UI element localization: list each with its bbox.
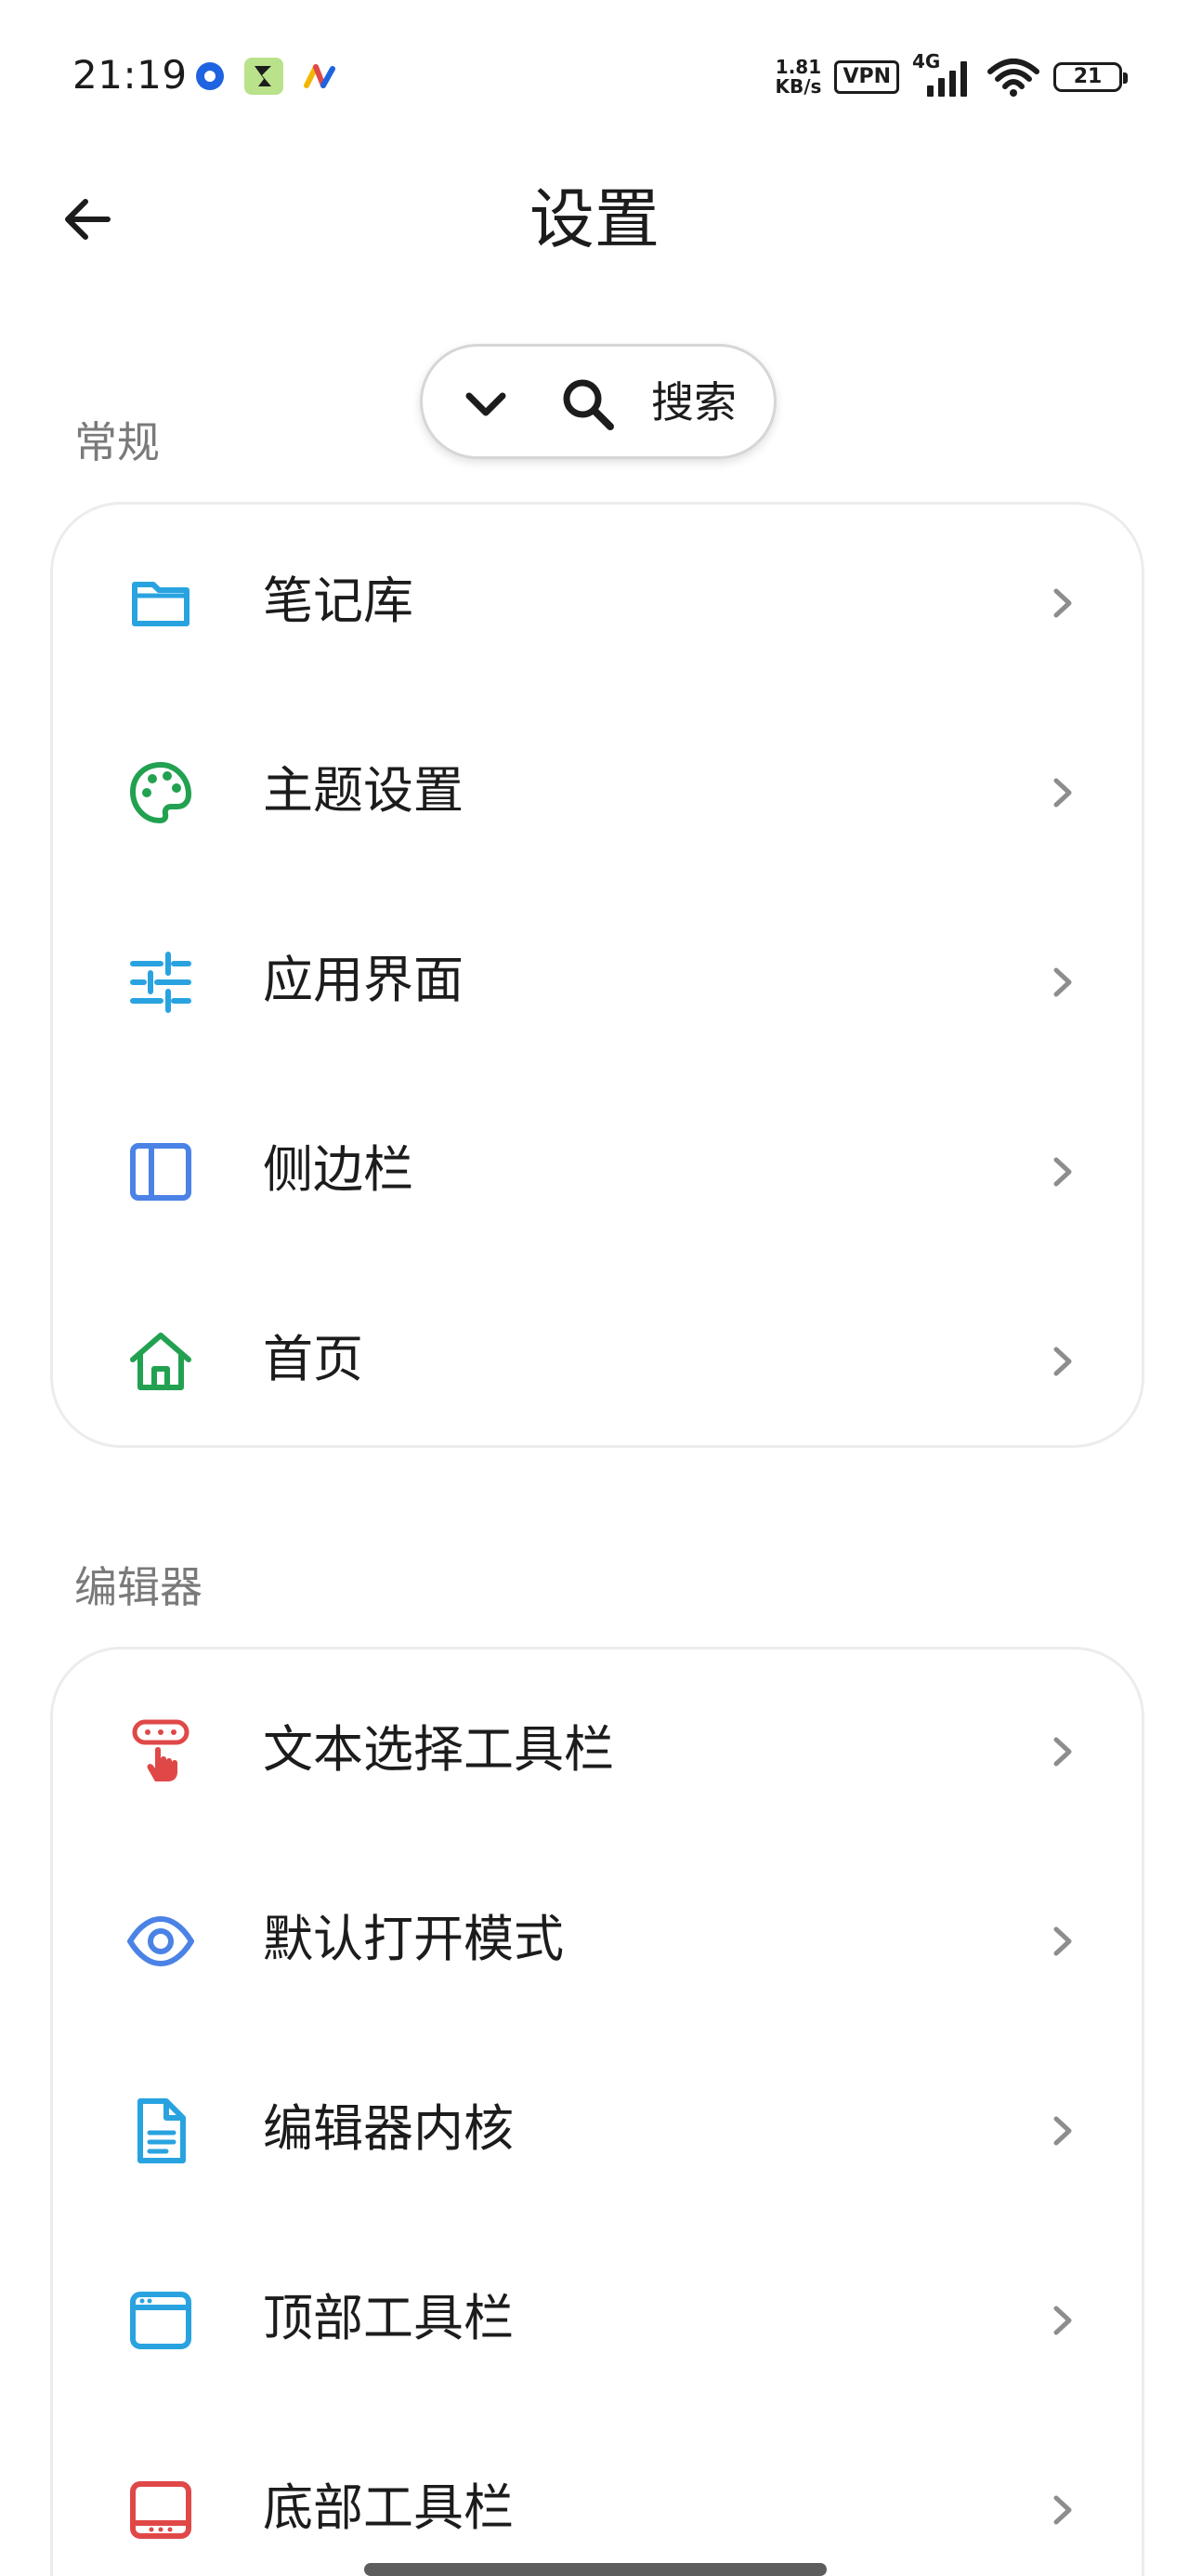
settings-screen: 21:19 1.81 KB/s VPN 4G 21 设置 搜索 常规 笔记库 主… [0, 0, 1189, 2576]
home-icon [130, 1333, 191, 1390]
settings-item-label: 笔记库 [263, 572, 413, 630]
settings-item-appearance[interactable]: 应用界面 [53, 884, 1142, 1073]
document-icon [137, 2098, 186, 2163]
settings-item-label: 默认打开模式 [263, 1910, 564, 1968]
settings-item-label: 顶部工具栏 [263, 2289, 514, 2347]
status-indicators: 1.81 KB/s VPN 4G 21 [775, 50, 1128, 100]
network-speed: 1.81 KB/s [775, 56, 822, 98]
palette-icon [129, 761, 192, 824]
app-notification-icon [244, 58, 283, 95]
search-icon [563, 379, 614, 430]
settings-card-editor: 文本选择工具栏 默认打开模式 编辑器内核 顶部工具栏 底部工具栏 [50, 1647, 1144, 2576]
settings-item-home[interactable]: 首页 [53, 1263, 1142, 1452]
wifi-icon [987, 59, 1039, 97]
sliders-icon [130, 952, 191, 1013]
chevron-down-icon[interactable] [460, 378, 512, 430]
settings-item-label: 文本选择工具栏 [263, 1720, 614, 1779]
settings-item-bottom-toolbar[interactable]: 底部工具栏 [53, 2412, 1142, 2576]
app-notification-icon [196, 62, 224, 90]
window-top-icon [130, 2292, 191, 2349]
settings-item-label: 侧边栏 [263, 1140, 413, 1199]
settings-item-vault[interactable]: 笔记库 [53, 505, 1142, 694]
sidebar-icon [130, 1143, 191, 1201]
vpn-badge: VPN [834, 60, 899, 94]
touch-toolbar-icon [132, 1719, 189, 1781]
signal-icon: 4G [912, 50, 973, 99]
chevron-right-icon [1053, 1347, 1072, 1376]
window-bottom-icon [130, 2481, 191, 2539]
settings-item-default-open-mode[interactable]: 默认打开模式 [53, 1843, 1142, 2032]
settings-item-label: 应用界面 [263, 951, 464, 1009]
chevron-right-icon [1053, 1926, 1072, 1956]
chevron-right-icon [1053, 2306, 1072, 2335]
page-title: 设置 [529, 181, 660, 257]
settings-item-label: 底部工具栏 [263, 2478, 514, 2537]
status-bar: 21:19 1.81 KB/s VPN 4G 21 [0, 0, 1189, 158]
settings-item-selection-toolbar[interactable]: 文本选择工具栏 [53, 1653, 1142, 1843]
chevron-right-icon [1053, 588, 1072, 618]
status-time: 21:19 [72, 52, 188, 98]
search-button[interactable]: 搜索 [420, 344, 777, 459]
section-label-editor: 编辑器 [74, 1562, 203, 1612]
app-notification-icon [304, 64, 335, 88]
settings-item-label: 编辑器内核 [263, 2099, 514, 2158]
chevron-right-icon [1053, 2495, 1072, 2525]
search-label: 搜索 [651, 377, 737, 427]
section-label-general: 常规 [74, 417, 160, 467]
settings-item-sidebar[interactable]: 侧边栏 [53, 1073, 1142, 1263]
settings-item-editor-core[interactable]: 编辑器内核 [53, 2032, 1142, 2222]
settings-item-theme[interactable]: 主题设置 [53, 694, 1142, 884]
home-indicator[interactable] [364, 2563, 827, 2576]
battery-icon: 21 [1053, 62, 1128, 92]
eye-icon [127, 1916, 194, 1966]
chevron-right-icon [1053, 1737, 1072, 1767]
chevron-right-icon [1053, 2116, 1072, 2146]
chevron-right-icon [1053, 778, 1072, 808]
chevron-right-icon [1053, 967, 1072, 997]
settings-item-top-toolbar[interactable]: 顶部工具栏 [53, 2222, 1142, 2412]
settings-item-label: 主题设置 [263, 761, 464, 820]
chevron-right-icon [1053, 1157, 1072, 1187]
settings-card-general: 笔记库 主题设置 应用界面 侧边栏 首页 [50, 502, 1144, 1448]
folder-icon [132, 582, 189, 626]
settings-item-label: 首页 [263, 1330, 363, 1388]
